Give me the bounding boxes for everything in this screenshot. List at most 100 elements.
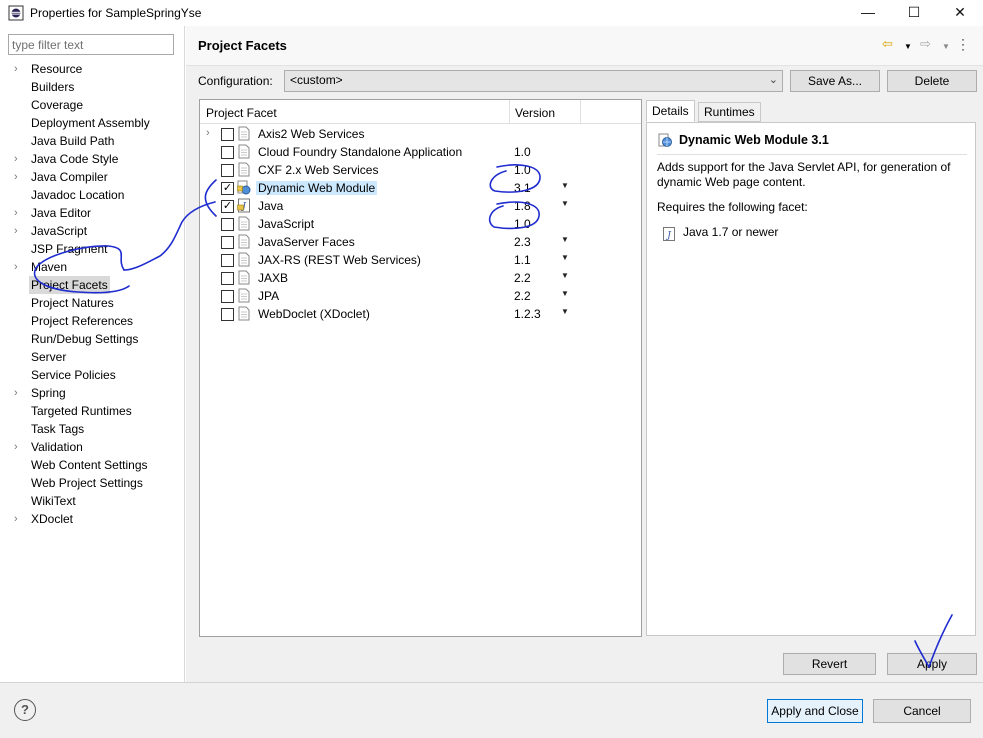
facet-row[interactable]: JPA 2.2 ▼ xyxy=(200,287,641,305)
nav-item[interactable]: Builders xyxy=(0,78,184,96)
version-dropdown-icon[interactable]: ▼ xyxy=(561,199,569,208)
apply-and-close-button[interactable]: Apply and Close xyxy=(767,699,863,723)
version-dropdown-icon[interactable]: ▼ xyxy=(561,307,569,316)
chevron-right-icon[interactable]: › xyxy=(14,258,24,276)
chevron-right-icon[interactable]: › xyxy=(206,127,210,139)
nav-item[interactable]: › Validation xyxy=(0,438,184,456)
nav-item[interactable]: WikiText xyxy=(0,492,184,510)
nav-item[interactable]: › Maven xyxy=(0,258,184,276)
nav-item[interactable]: › Java Editor xyxy=(0,204,184,222)
back-arrow-icon[interactable]: ⇦ xyxy=(882,36,893,52)
chevron-right-icon[interactable]: › xyxy=(14,384,24,402)
version-dropdown-icon[interactable]: ▼ xyxy=(561,235,569,244)
facet-row[interactable]: › Axis2 Web Services xyxy=(200,125,641,143)
facet-checkbox[interactable] xyxy=(221,308,234,321)
nav-item[interactable]: › Resource xyxy=(0,60,184,78)
facet-checkbox[interactable] xyxy=(221,272,234,285)
facet-row[interactable]: JavaScript 1.0 xyxy=(200,215,641,233)
facet-checkbox[interactable] xyxy=(221,254,234,267)
nav-item[interactable]: › JavaScript xyxy=(0,222,184,240)
facet-checkbox[interactable]: ✓ xyxy=(221,200,234,213)
facet-checkbox[interactable] xyxy=(221,164,234,177)
chevron-right-icon[interactable]: › xyxy=(14,168,24,186)
maximize-button[interactable]: ☐ xyxy=(891,0,937,26)
version-dropdown-icon[interactable]: ▼ xyxy=(561,253,569,262)
nav-item[interactable]: › Java Code Style xyxy=(0,150,184,168)
column-header-facet[interactable]: Project Facet xyxy=(206,106,277,120)
nav-item[interactable]: Coverage xyxy=(0,96,184,114)
chevron-right-icon[interactable]: › xyxy=(14,60,24,78)
facet-row[interactable]: ✓ J Java 1.8 ▼ xyxy=(200,197,641,215)
doc-icon xyxy=(237,252,251,267)
tab-runtimes[interactable]: Runtimes xyxy=(698,102,761,122)
facet-checkbox[interactable]: ✓ xyxy=(221,182,234,195)
facet-version[interactable]: 2.2 xyxy=(514,289,531,303)
filter-input[interactable] xyxy=(8,34,174,55)
facet-checkbox[interactable] xyxy=(221,146,234,159)
chevron-right-icon[interactable]: › xyxy=(14,150,24,168)
view-menu-icon[interactable]: · · · xyxy=(961,33,965,55)
details-panel: Dynamic Web Module 3.1 Adds support for … xyxy=(646,122,976,636)
nav-item[interactable]: › Java Compiler xyxy=(0,168,184,186)
nav-item[interactable]: Deployment Assembly xyxy=(0,114,184,132)
nav-item[interactable]: JSP Fragment xyxy=(0,240,184,258)
facet-row[interactable]: JavaServer Faces 2.3 ▼ xyxy=(200,233,641,251)
facet-checkbox[interactable] xyxy=(221,290,234,303)
chevron-right-icon[interactable]: › xyxy=(14,510,24,528)
facet-version[interactable]: 2.2 xyxy=(514,271,531,285)
nav-item-label: Deployment Assembly xyxy=(31,116,150,130)
apply-button[interactable]: Apply xyxy=(887,653,977,675)
nav-item-label: Validation xyxy=(31,440,83,454)
facet-row[interactable]: CXF 2.x Web Services 1.0 xyxy=(200,161,641,179)
facet-version[interactable]: 1.2.3 xyxy=(514,307,541,321)
facet-version[interactable]: 3.1 xyxy=(514,181,531,195)
facet-row[interactable]: ✓ Dynamic Web Module 3.1 ▼ xyxy=(200,179,641,197)
configuration-select[interactable]: <custom> ⌄ xyxy=(284,70,783,92)
facet-row[interactable]: JAX-RS (REST Web Services) 1.1 ▼ xyxy=(200,251,641,269)
minimize-button[interactable]: — xyxy=(845,0,891,26)
version-dropdown-icon[interactable]: ▼ xyxy=(561,181,569,190)
facet-version[interactable]: 1.8 xyxy=(514,199,531,213)
nav-item[interactable]: › Spring xyxy=(0,384,184,402)
save-as-button[interactable]: Save As... xyxy=(790,70,880,92)
facet-row[interactable]: Cloud Foundry Standalone Application 1.0 xyxy=(200,143,641,161)
facet-checkbox[interactable] xyxy=(221,128,234,141)
nav-item[interactable]: Project Natures xyxy=(0,294,184,312)
nav-item-label: Service Policies xyxy=(31,368,116,382)
nav-item[interactable]: Project References xyxy=(0,312,184,330)
facet-row[interactable]: WebDoclet (XDoclet) 1.2.3 ▼ xyxy=(200,305,641,323)
column-header-version[interactable]: Version xyxy=(515,106,555,120)
nav-item[interactable]: Project Facets xyxy=(0,276,184,294)
chevron-right-icon[interactable]: › xyxy=(14,204,24,222)
nav-item[interactable]: Service Policies xyxy=(0,366,184,384)
tab-details[interactable]: Details xyxy=(646,100,695,122)
version-dropdown-icon[interactable]: ▼ xyxy=(561,271,569,280)
nav-item[interactable]: Javadoc Location xyxy=(0,186,184,204)
delete-button[interactable]: Delete xyxy=(887,70,977,92)
revert-button[interactable]: Revert xyxy=(783,653,876,675)
nav-item[interactable]: Web Content Settings xyxy=(0,456,184,474)
facet-checkbox[interactable] xyxy=(221,236,234,249)
facet-version[interactable]: 2.3 xyxy=(514,235,531,249)
facet-version[interactable]: 1.1 xyxy=(514,253,531,267)
back-menu-chevron-icon[interactable]: ▼ xyxy=(904,39,912,55)
java-locked-icon: J xyxy=(237,198,251,213)
help-icon[interactable]: ? xyxy=(14,699,36,721)
forward-arrow-icon[interactable]: ⇨ xyxy=(920,36,931,52)
version-dropdown-icon[interactable]: ▼ xyxy=(561,289,569,298)
nav-item[interactable]: Task Tags xyxy=(0,420,184,438)
forward-menu-chevron-icon[interactable]: ▼ xyxy=(942,39,950,55)
close-button[interactable]: ✕ xyxy=(937,0,983,26)
nav-item[interactable]: Web Project Settings xyxy=(0,474,184,492)
nav-item-label: Project References xyxy=(31,314,134,328)
cancel-button[interactable]: Cancel xyxy=(873,699,971,723)
nav-item[interactable]: Server xyxy=(0,348,184,366)
chevron-right-icon[interactable]: › xyxy=(14,438,24,456)
chevron-right-icon[interactable]: › xyxy=(14,222,24,240)
nav-item[interactable]: Java Build Path xyxy=(0,132,184,150)
facet-checkbox[interactable] xyxy=(221,218,234,231)
nav-item[interactable]: Targeted Runtimes xyxy=(0,402,184,420)
nav-item[interactable]: › XDoclet xyxy=(0,510,184,528)
nav-item[interactable]: Run/Debug Settings xyxy=(0,330,184,348)
facet-row[interactable]: JAXB 2.2 ▼ xyxy=(200,269,641,287)
